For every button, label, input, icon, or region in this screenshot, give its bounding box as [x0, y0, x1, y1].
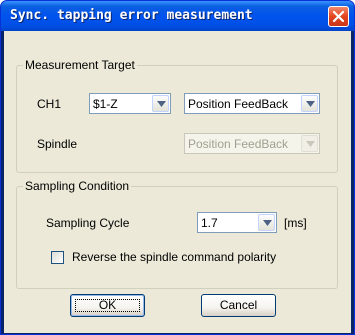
ch1-type-dropdown-button[interactable] — [301, 95, 318, 112]
cancel-button[interactable]: Cancel — [201, 294, 276, 317]
ch1-axis-dropdown-button[interactable] — [152, 95, 169, 112]
ok-button-label: OK — [98, 298, 117, 312]
sampling-condition-legend: Sampling Condition — [25, 179, 130, 193]
measurement-target-group: Measurement Target — [16, 58, 338, 173]
ch1-axis-select[interactable]: $1-Z — [89, 93, 171, 114]
ch1-type-select[interactable]: Position FeedBack — [184, 93, 320, 114]
sampling-condition-group: Sampling Condition — [16, 179, 338, 289]
spindle-type-value: Position FeedBack — [188, 137, 289, 151]
spindle-type-select: Position FeedBack — [184, 133, 320, 154]
measurement-target-legend: Measurement Target — [25, 58, 135, 72]
close-button[interactable] — [328, 6, 349, 27]
cancel-button-label: Cancel — [219, 298, 258, 312]
spindle-label: Spindle — [37, 137, 78, 151]
chevron-down-icon — [263, 220, 272, 226]
ok-button[interactable]: OK — [70, 294, 145, 317]
close-icon — [332, 10, 345, 23]
dialog-window: Sync. tapping error measurement Measurem… — [0, 0, 355, 335]
chevron-down-icon — [306, 141, 315, 147]
reverse-polarity-label[interactable]: Reverse the spindle command polarity — [72, 250, 276, 264]
ch1-type-value: Position FeedBack — [188, 97, 289, 111]
sampling-cycle-value: 1.7 — [201, 216, 218, 230]
sampling-cycle-unit: [ms] — [284, 216, 307, 230]
chevron-down-icon — [306, 101, 315, 107]
sampling-cycle-dropdown-button[interactable] — [258, 214, 275, 231]
dialog-body: Measurement Target CH1 $1-Z Position Fee… — [4, 31, 351, 333]
sampling-cycle-select[interactable]: 1.7 — [197, 212, 277, 233]
title-bar[interactable]: Sync. tapping error measurement — [1, 1, 354, 31]
ch1-axis-value: $1-Z — [93, 97, 118, 111]
ch1-label: CH1 — [37, 97, 62, 111]
window-title: Sync. tapping error measurement — [10, 8, 253, 23]
reverse-polarity-checkbox[interactable] — [51, 251, 64, 264]
chevron-down-icon — [157, 101, 166, 107]
sampling-cycle-label: Sampling Cycle — [46, 216, 130, 230]
spindle-type-dropdown-button — [301, 135, 318, 152]
